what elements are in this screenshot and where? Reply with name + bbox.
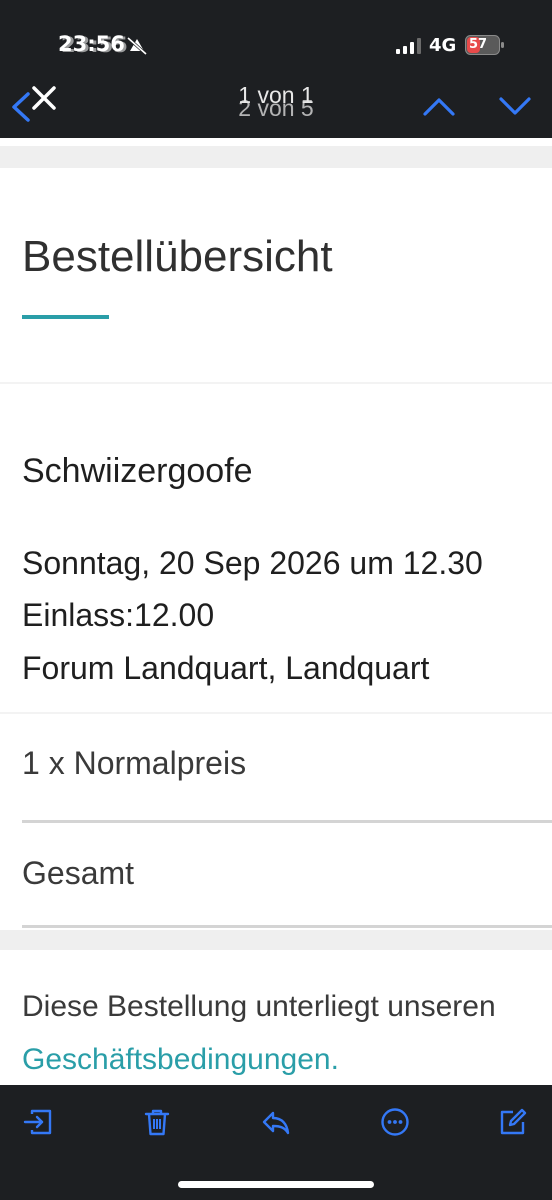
row-divider: [22, 925, 552, 928]
more-icon[interactable]: [379, 1106, 411, 1138]
page-title: Bestellübersicht: [22, 232, 333, 281]
event-date: Sonntag, 20 Sep 2026 um 12.30: [22, 545, 483, 581]
terms-text: Diese Bestellung unterliegt unseren: [22, 990, 496, 1023]
section-divider: [0, 382, 552, 384]
move-to-inbox-icon[interactable]: [22, 1106, 54, 1138]
compose-icon[interactable]: [497, 1106, 529, 1138]
ticket-line-item: 1 x Normalpreis: [22, 745, 247, 781]
home-indicator[interactable]: [178, 1181, 374, 1188]
title-underline: [22, 315, 109, 319]
status-time: 23:56: [58, 32, 125, 56]
content-gap-strip: [0, 930, 552, 950]
trash-icon[interactable]: [141, 1106, 173, 1138]
row-divider: [22, 820, 552, 823]
pager-label-ghost: 2 von 5: [238, 95, 314, 121]
battery-level: 57: [469, 37, 488, 52]
event-name: Schwiizergoofe: [22, 452, 253, 490]
section-divider: [0, 712, 552, 714]
event-venue: Forum Landquart, Landquart: [22, 650, 430, 686]
network-label: 4G: [429, 35, 457, 56]
chevron-up-icon[interactable]: [420, 92, 458, 120]
event-admission: Einlass:12.00: [22, 597, 215, 633]
signal-icon: [396, 38, 421, 54]
chevron-down-icon[interactable]: [496, 92, 534, 120]
top-bar: 23:55 23:56 4G 57 1 von 1 2 von 5: [0, 0, 552, 138]
content-top-strip: [0, 146, 552, 168]
terms-link[interactable]: Geschäftsbedingungen.: [22, 1043, 339, 1077]
total-label: Gesamt: [22, 855, 135, 891]
mute-icon: [127, 36, 147, 56]
reply-icon[interactable]: [260, 1106, 292, 1138]
